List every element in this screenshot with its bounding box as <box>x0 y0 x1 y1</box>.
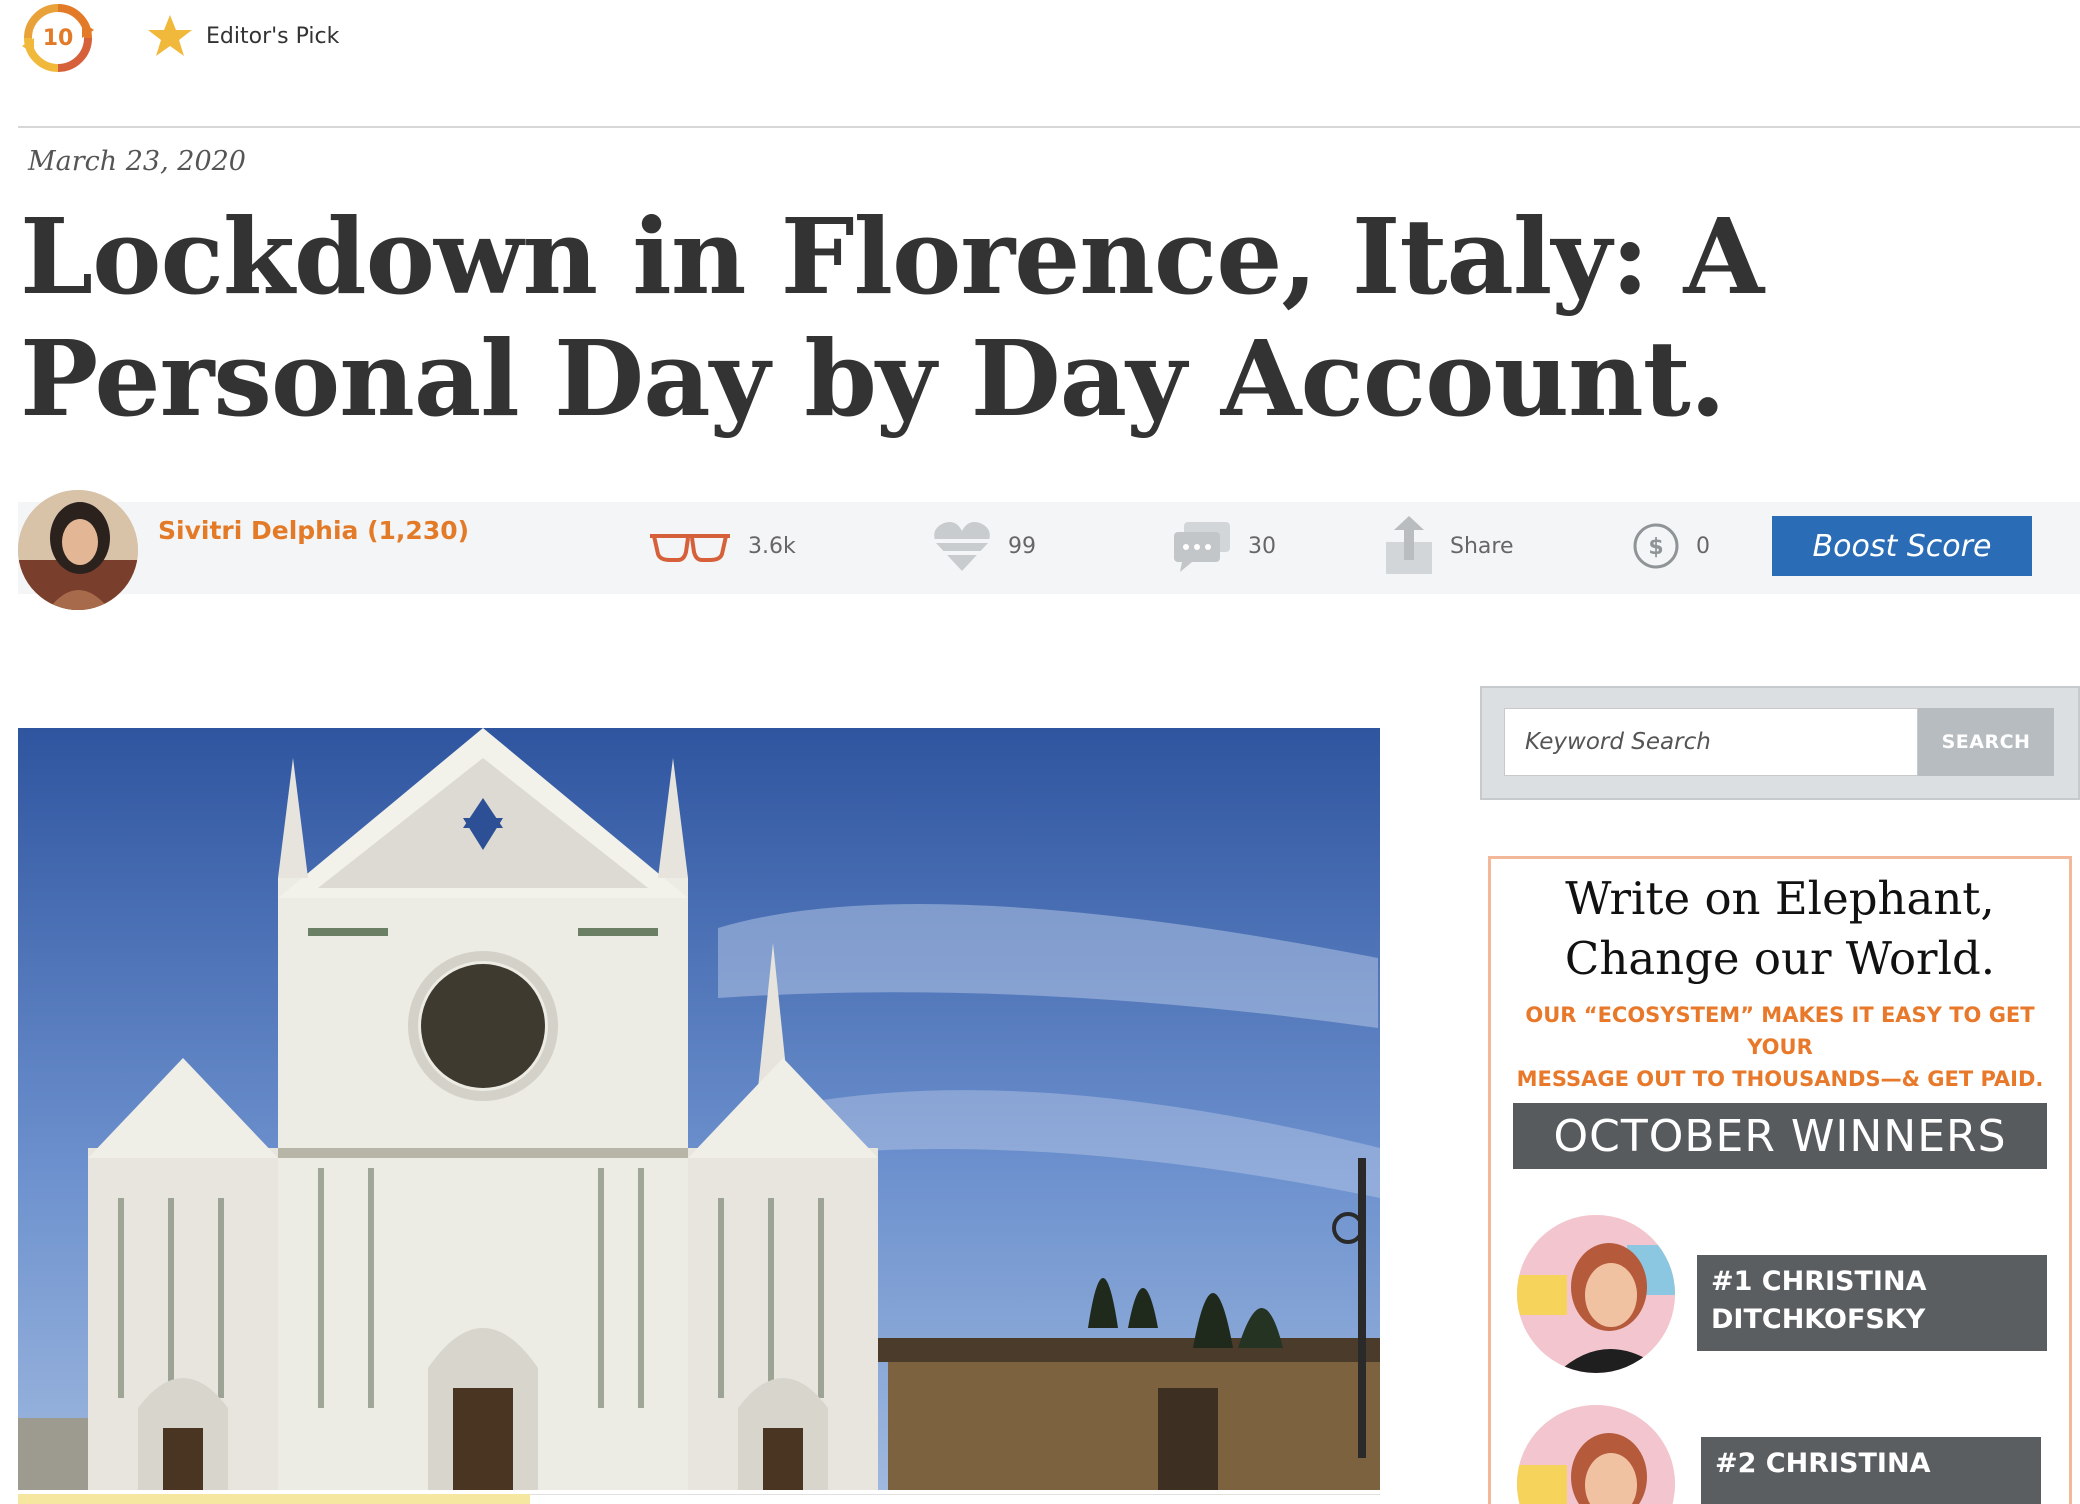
winner-photo <box>1517 1215 1675 1373</box>
ad-banner: OCTOBER WINNERS <box>1513 1103 2047 1169</box>
write-on-elephant-ad[interactable]: Write on Elephant, Change our World. OUR… <box>1488 856 2072 1504</box>
hearts-count: 99 <box>1008 533 1036 559</box>
share-icon <box>1386 516 1432 574</box>
ad-subtitle-line2: MESSAGE OUT TO THOUSANDS—& GET PAID. <box>1516 1067 2044 1091</box>
ad-title-line1: Write on Elephant, <box>1565 872 1995 925</box>
divider <box>18 126 2080 128</box>
winner-name-line2: DITCHKOFSKY <box>1711 1304 1926 1335</box>
star-icon <box>148 15 192 56</box>
dollar-icon: $ <box>1633 523 1679 569</box>
winner-label: #2 CHRISTINA <box>1701 1437 2041 1504</box>
glasses-icon <box>650 534 730 562</box>
editors-pick-label: Editor's Pick <box>206 23 340 49</box>
share-button[interactable]: Share <box>1384 516 1514 576</box>
search-input[interactable] <box>1504 708 1918 776</box>
score-value: 10 <box>42 25 74 51</box>
editors-pick[interactable]: Editor's Pick <box>146 12 339 60</box>
hearts-stat[interactable]: 99 <box>932 516 1036 576</box>
ad-title-line2: Change our World. <box>1564 932 1996 985</box>
heart-icon <box>932 522 992 571</box>
search-widget: SEARCH <box>1480 686 2080 800</box>
article-title: Lockdown in Florence, Italy: A Personal … <box>20 195 1764 440</box>
progress-strip <box>18 1494 530 1504</box>
winner-photo <box>1517 1405 1675 1504</box>
winner-name-line1: #2 CHRISTINA <box>1715 1448 1931 1479</box>
tips-count: 0 <box>1696 533 1710 559</box>
boost-score-button[interactable]: Boost Score <box>1772 516 2032 576</box>
winner-name-line1: #1 CHRISTINA <box>1711 1266 1927 1297</box>
ad-subtitle-line1: OUR “ECOSYSTEM” MAKES IT EASY TO GET YOU… <box>1525 1003 2035 1059</box>
svg-text:$: $ <box>1648 535 1663 560</box>
comment-icon <box>1174 522 1230 572</box>
article-hero-image <box>18 728 1380 1490</box>
winner-label: #1 CHRISTINA DITCHKOFSKY <box>1697 1255 2047 1351</box>
comments-stat[interactable]: 30 <box>1172 516 1276 576</box>
share-label: Share <box>1450 533 1514 559</box>
reads-count: 3.6k <box>748 533 796 559</box>
author-name[interactable]: Sivitri Delphia (1,230) <box>158 516 469 545</box>
article-date: March 23, 2020 <box>28 146 246 177</box>
ad-subtitle: OUR “ECOSYSTEM” MAKES IT EASY TO GET YOU… <box>1491 999 2069 1095</box>
score-badge[interactable]: 10 <box>20 0 96 76</box>
author-avatar[interactable] <box>18 490 138 610</box>
comments-count: 30 <box>1248 533 1276 559</box>
reads-stat: 3.6k <box>648 516 796 576</box>
ad-title: Write on Elephant, Change our World. <box>1491 869 2069 989</box>
search-button[interactable]: SEARCH <box>1918 708 2054 776</box>
tips-stat[interactable]: $ 0 <box>1632 516 1710 576</box>
